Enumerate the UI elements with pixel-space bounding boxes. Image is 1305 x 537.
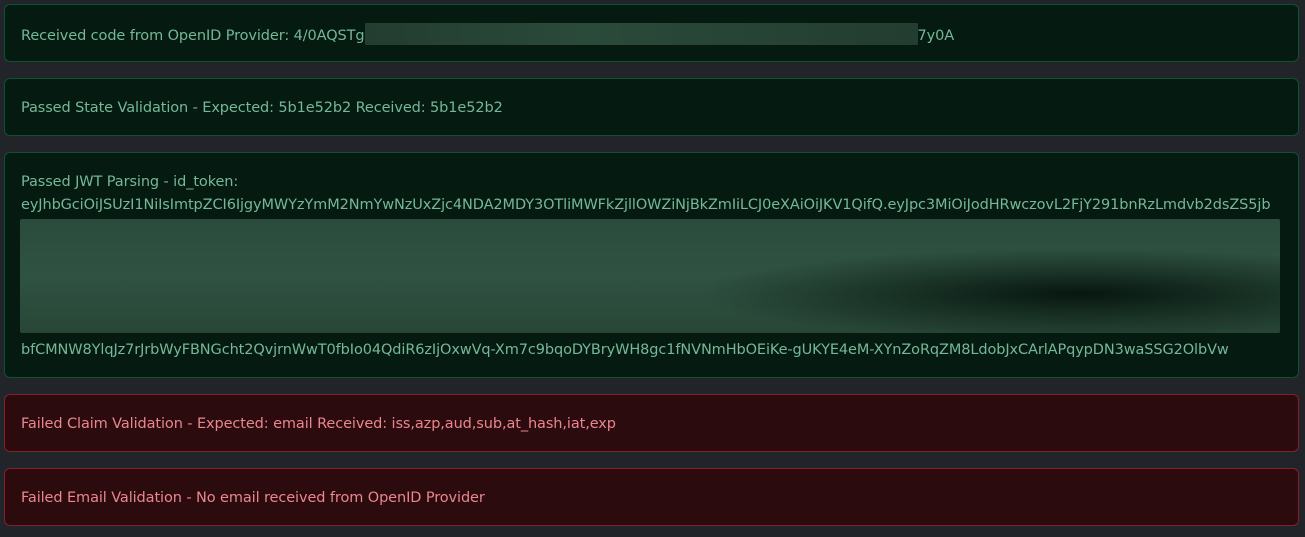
id-token-start: eyJhbGciOiJSUzI1NiIsImtpZCI6IjgyMWYzYmM2… (21, 197, 1271, 213)
claim-validation-text: Failed Claim Validation - Expected: emai… (21, 416, 616, 432)
code-received-prefix: Received code from OpenID Provider: 4/0A… (21, 28, 365, 44)
code-received-suffix: 7y0A (917, 28, 955, 44)
jwt-parsing-alert: Passed JWT Parsing - id_token: eyJhbGciO… (4, 152, 1299, 378)
email-validation-alert: Failed Email Validation - No email recei… (4, 468, 1299, 526)
id-token-end: bfCMNW8YlqJz7rJrbWyFBNGcht2QvjrnWwT0fbIo… (21, 342, 1229, 358)
id-token-redaction (20, 219, 1280, 333)
state-validation-alert: Passed State Validation - Expected: 5b1e… (4, 78, 1299, 136)
email-validation-text: Failed Email Validation - No email recei… (21, 490, 485, 506)
validation-log: Received code from OpenID Provider: 4/0A… (0, 0, 1305, 537)
code-received-alert: Received code from OpenID Provider: 4/0A… (4, 4, 1299, 62)
code-redaction (364, 23, 918, 45)
jwt-parsing-label: Passed JWT Parsing - id_token: (21, 174, 239, 190)
state-validation-text: Passed State Validation - Expected: 5b1e… (21, 100, 503, 116)
claim-validation-alert: Failed Claim Validation - Expected: emai… (4, 394, 1299, 452)
